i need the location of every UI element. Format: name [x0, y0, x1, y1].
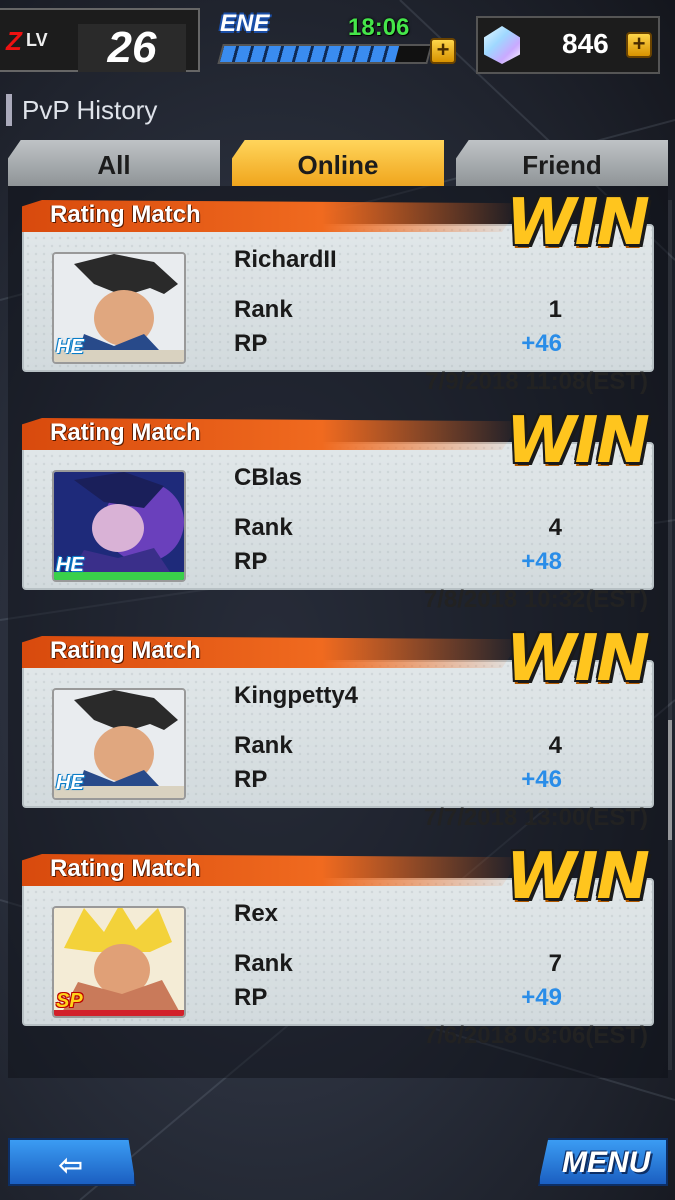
- match-type: Rating Match: [50, 419, 201, 446]
- add-energy-button[interactable]: +: [430, 38, 456, 64]
- menu-label: MENU: [562, 1146, 651, 1179]
- level-panel: Z LV 26: [0, 8, 200, 72]
- rank-value: 4: [548, 514, 562, 541]
- energy-panel: ENE 18:06 +: [214, 6, 464, 72]
- scrollbar-thumb[interactable]: [668, 720, 672, 840]
- match-card[interactable]: Rating Match WIN HE CBlas Rank 4 RP +48 …: [22, 404, 654, 613]
- rank-value: 7: [548, 950, 562, 977]
- chrono-crystal-icon: [484, 26, 520, 64]
- page-header: PvP History: [6, 94, 157, 126]
- match-card[interactable]: Rating Match WIN SP Rex Rank 7 RP +49 7/…: [22, 840, 654, 1049]
- match-result: WIN: [506, 404, 650, 478]
- level-value: 26: [78, 24, 186, 72]
- rank-label: Rank: [234, 732, 293, 759]
- player-name: RichardII: [234, 246, 337, 273]
- match-date: 7/6/2018 03:06(EST): [423, 1022, 648, 1049]
- rank-label: Rank: [234, 296, 293, 323]
- element-badge: HE: [56, 554, 84, 576]
- energy-label: ENE: [220, 10, 270, 37]
- add-gems-button[interactable]: +: [626, 32, 652, 58]
- match-card[interactable]: Rating Match WIN HE Kingpetty4 Rank 4 RP…: [22, 622, 654, 831]
- back-button[interactable]: ⇦: [8, 1138, 136, 1186]
- rp-value: +48: [521, 548, 562, 575]
- tab-all[interactable]: All: [8, 140, 220, 186]
- match-type: Rating Match: [50, 637, 201, 664]
- match-type: Rating Match: [50, 855, 201, 882]
- element-badge: HE: [56, 772, 84, 794]
- level-prefix: Z: [6, 26, 22, 56]
- energy-timer: 18:06: [348, 14, 410, 41]
- rank-label: Rank: [234, 514, 293, 541]
- rp-value: +46: [521, 330, 562, 357]
- element-badge: SP: [56, 990, 83, 1012]
- rp-label: RP: [234, 766, 268, 793]
- scrollbar-track[interactable]: [668, 200, 672, 1070]
- back-arrow-icon: ⇦: [58, 1149, 84, 1182]
- match-result: WIN: [506, 622, 650, 696]
- rp-value: +46: [521, 766, 562, 793]
- match-date: 7/7/2018 13:00(EST): [423, 804, 648, 831]
- element-badge: HE: [56, 336, 84, 358]
- level-label: LV: [26, 30, 48, 50]
- rank-value: 1: [548, 296, 562, 323]
- menu-button[interactable]: MENU: [538, 1138, 668, 1186]
- rank-label: Rank: [234, 950, 293, 977]
- match-type: Rating Match: [50, 201, 201, 228]
- tab-online[interactable]: Online: [232, 140, 444, 186]
- match-result: WIN: [506, 186, 650, 260]
- rank-value: 4: [548, 732, 562, 759]
- energy-bar-fill: [219, 46, 400, 62]
- gem-count: 846: [562, 28, 609, 59]
- match-card[interactable]: Rating Match WIN HE RichardII Rank 1 RP …: [22, 186, 654, 395]
- match-date: 7/9/2018 11:08(EST): [425, 368, 648, 395]
- rp-label: RP: [234, 548, 268, 575]
- player-name: Kingpetty4: [234, 682, 359, 709]
- history-tabs: All Online Friend: [0, 140, 675, 186]
- rp-value: +49: [521, 984, 562, 1011]
- status-bar: Z LV 26 ENE 18:06 + 846 +: [0, 0, 675, 80]
- rp-label: RP: [234, 330, 268, 357]
- match-date: 7/8/2018 10:32(EST): [423, 586, 648, 613]
- match-result: WIN: [506, 840, 650, 914]
- player-name: Rex: [234, 900, 279, 927]
- page-title: PvP History: [22, 95, 158, 125]
- player-name: CBlas: [234, 464, 303, 491]
- rp-label: RP: [234, 984, 268, 1011]
- energy-bar: [217, 44, 433, 64]
- gem-panel: 846 +: [476, 16, 660, 74]
- tab-friend[interactable]: Friend: [456, 140, 668, 186]
